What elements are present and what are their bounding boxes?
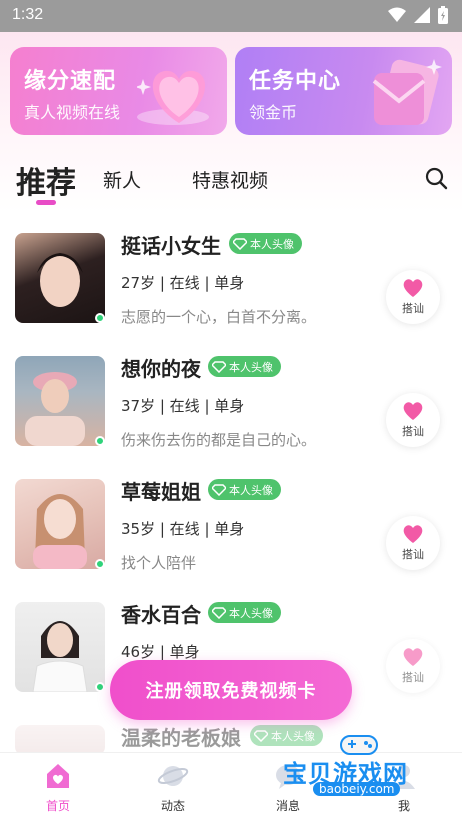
tab-discount-video[interactable]: 特惠视频 (192, 166, 268, 193)
watermark: 宝贝游戏网 baobeiy.com (283, 732, 433, 802)
status-time: 1:32 (12, 6, 44, 23)
promo-card-tasks[interactable]: 任务中心 领金币 (235, 47, 452, 135)
register-free-video-card-button[interactable]: 注册领取免费视频卡 (110, 660, 352, 720)
search-icon[interactable] (424, 166, 448, 190)
diamond-icon (212, 483, 226, 496)
avatar[interactable] (15, 233, 105, 323)
gamepad-icon (340, 735, 378, 755)
list-item[interactable]: 挺话小女生 本人头像 27岁 | 在线 | 单身 志愿的一个心，白首不分离。 搭… (0, 218, 462, 338)
greet-button[interactable]: 搭讪 (386, 639, 440, 693)
signal-icon (414, 7, 430, 23)
avatar[interactable] (15, 479, 105, 569)
greet-label: 搭讪 (402, 548, 424, 561)
heart-icon (403, 525, 423, 543)
badge-label: 本人头像 (229, 360, 273, 374)
greet-label: 搭讪 (402, 302, 424, 315)
online-indicator (95, 682, 105, 692)
user-name: 草莓姐姐 (121, 480, 201, 504)
user-meta: 27岁 | 在线 | 单身 (121, 274, 245, 292)
promo-card-match[interactable]: 缘分速配 真人视频在线 (10, 47, 227, 135)
user-name: 挺话小女生 (121, 234, 221, 258)
verified-badge: 本人头像 (208, 602, 281, 623)
home-icon (47, 764, 69, 788)
heart-icon (403, 279, 423, 297)
online-indicator (95, 436, 105, 446)
planet-icon (157, 766, 189, 786)
nav-home[interactable]: 首页 (18, 761, 98, 814)
tab-new[interactable]: 新人 (103, 166, 141, 193)
user-meta: 37岁 | 在线 | 单身 (121, 397, 245, 415)
user-bio: 找个人陪伴 (121, 554, 197, 572)
promo-match-subtitle: 真人视频在线 (24, 103, 121, 122)
promo-tasks-title: 任务中心 (249, 69, 342, 94)
greet-button[interactable]: 搭讪 (386, 270, 440, 324)
diamond-icon (212, 360, 226, 373)
online-indicator (95, 559, 105, 569)
verified-badge: 本人头像 (229, 233, 302, 254)
user-meta: 35岁 | 在线 | 单身 (121, 520, 245, 538)
user-name: 想你的夜 (121, 357, 201, 381)
status-icons (388, 6, 448, 24)
online-indicator (95, 313, 105, 323)
heart-icon (403, 402, 423, 420)
user-name: 温柔的老板娘 (121, 726, 241, 750)
greet-button[interactable]: 搭讪 (386, 516, 440, 570)
list-item[interactable]: 草莓姐姐 本人头像 35岁 | 在线 | 单身 找个人陪伴 搭讪 (0, 464, 462, 584)
badge-label: 本人头像 (229, 483, 273, 497)
verified-badge: 本人头像 (208, 356, 281, 377)
promo-tasks-subtitle: 领金币 (249, 103, 298, 122)
tab-bar: 推荐 新人 特惠视频 (0, 150, 462, 210)
list-item[interactable]: 想你的夜 本人头像 37岁 | 在线 | 单身 伤来伤去伤的都是自己的心。 搭讪 (0, 341, 462, 461)
greet-button[interactable]: 搭讪 (386, 393, 440, 447)
battery-icon (438, 6, 448, 24)
greet-label: 搭讪 (402, 425, 424, 438)
avatar[interactable] (15, 602, 105, 692)
greet-label: 搭讪 (402, 671, 424, 684)
user-meta: 46岁 | 单身 (121, 643, 200, 661)
heart-icon (403, 648, 423, 666)
diamond-icon (254, 729, 268, 742)
heart-icon (137, 70, 209, 125)
watermark-url: baobeiy.com (313, 782, 401, 796)
user-name: 香水百合 (121, 603, 201, 627)
badge-label: 本人头像 (250, 237, 294, 251)
status-bar: 1:32 (0, 0, 462, 32)
active-tab-indicator (36, 200, 56, 205)
promo-match-title: 缘分速配 (24, 69, 117, 94)
user-bio: 志愿的一个心，白首不分离。 (121, 308, 317, 326)
nav-moments[interactable]: 动态 (133, 761, 213, 814)
tab-recommended[interactable]: 推荐 (16, 158, 76, 202)
diamond-icon (233, 237, 247, 250)
user-bio: 伤来伤去伤的都是自己的心。 (121, 431, 317, 449)
nav-moments-label: 动态 (160, 799, 185, 813)
avatar[interactable] (15, 725, 105, 755)
gift-envelope-icon (372, 59, 442, 125)
badge-label: 本人头像 (229, 606, 273, 620)
verified-badge: 本人头像 (208, 479, 281, 500)
diamond-icon (212, 606, 226, 619)
nav-home-label: 首页 (45, 799, 70, 813)
wifi-icon (388, 7, 406, 22)
avatar[interactable] (15, 356, 105, 446)
